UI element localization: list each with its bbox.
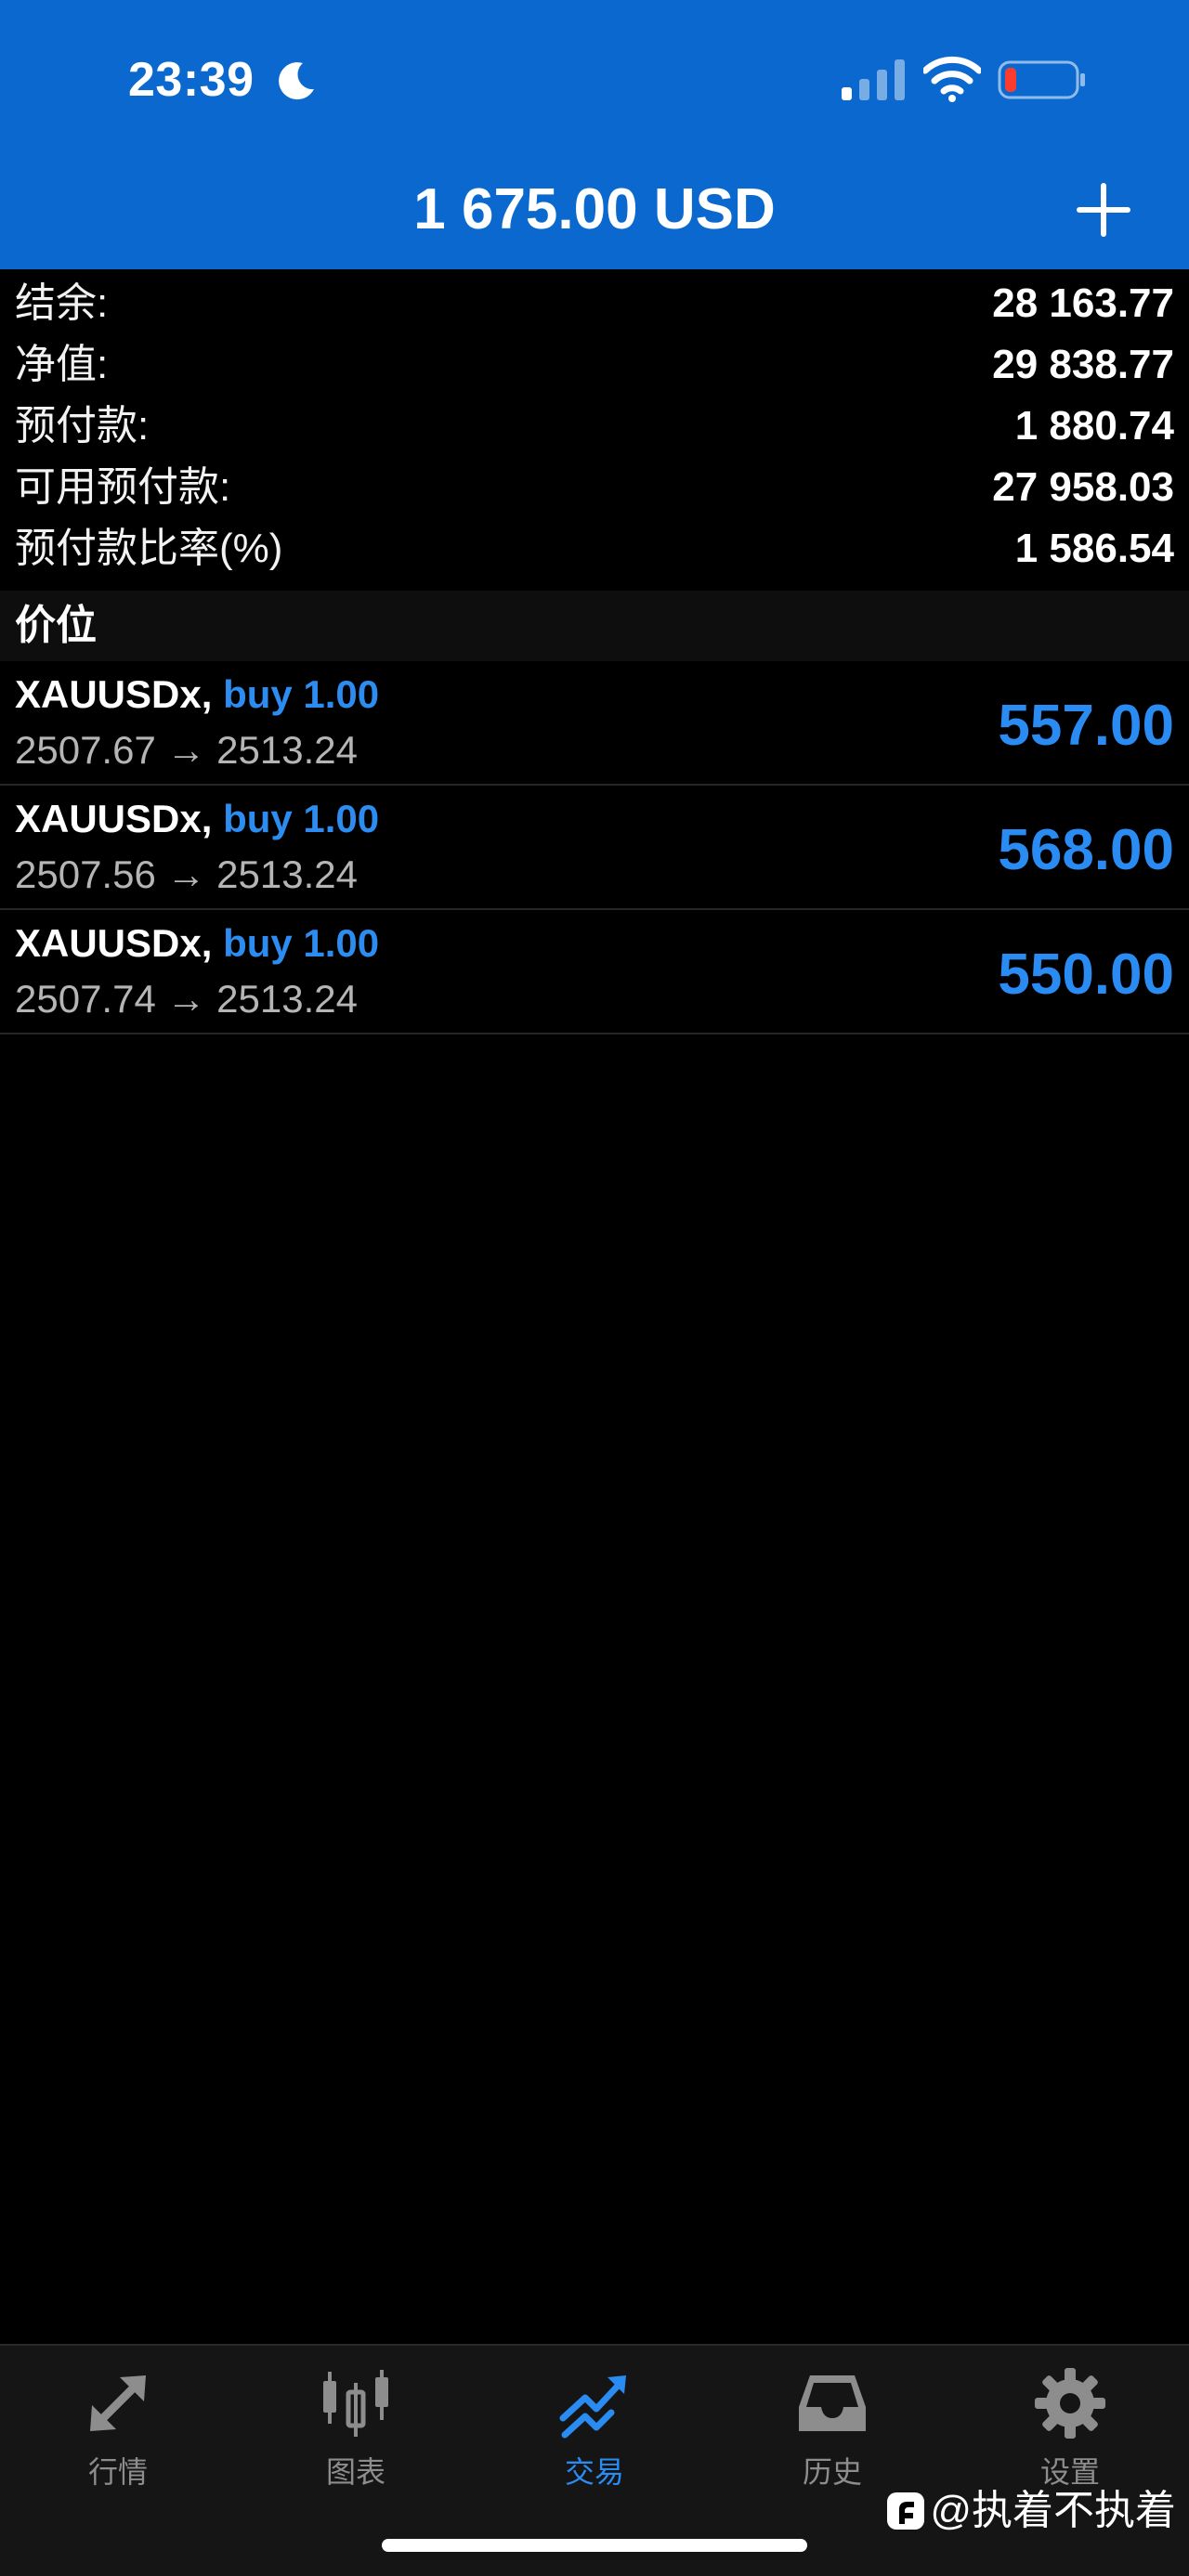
summary-label: 结余: <box>15 280 109 326</box>
position-profit: 550.00 <box>998 943 1174 1007</box>
position-profit: 557.00 <box>998 694 1174 758</box>
history-inbox-icon <box>799 2375 866 2431</box>
settings-gear-icon <box>1035 2368 1105 2439</box>
summary-value: 28 163.77 <box>992 280 1174 326</box>
summary-row-equity: 净值: 29 838.77 <box>0 334 1189 396</box>
floating-profit-title: 1 675.00 USD <box>413 177 776 241</box>
tab-trade[interactable]: 交易 <box>511 2364 678 2504</box>
watermark: @执着不执着 <box>885 2483 1176 2539</box>
watermark-text: @执着不执着 <box>930 2488 1176 2533</box>
summary-row-free-margin: 可用预付款: 27 958.03 <box>0 457 1189 518</box>
summary-label: 净值: <box>15 342 109 387</box>
positions-section-title: 价位 <box>15 603 97 648</box>
position-row[interactable]: XAUUSDx, buy 1.00 2507.74 → 2513.24 550.… <box>0 910 1189 1034</box>
top-header: 23:39 1 675.00 USD <box>0 0 1189 269</box>
position-symbol: XAUUSDx, <box>15 672 213 716</box>
position-profit: 568.00 <box>998 818 1174 882</box>
wifi-icon <box>923 56 981 102</box>
position-symbol: XAUUSDx, <box>15 921 213 965</box>
position-header: XAUUSDx, buy 1.00 <box>15 670 379 719</box>
position-symbol: XAUUSDx, <box>15 797 213 840</box>
position-header: XAUUSDx, buy 1.00 <box>15 919 379 968</box>
summary-label: 预付款: <box>15 403 150 449</box>
summary-row-margin: 预付款: 1 880.74 <box>0 396 1189 457</box>
summary-value: 29 838.77 <box>992 342 1174 387</box>
trade-trend-icon <box>559 2375 626 2439</box>
position-row[interactable]: XAUUSDx, buy 1.00 2507.67 → 2513.24 557.… <box>0 661 1189 786</box>
summary-value: 27 958.03 <box>992 464 1174 510</box>
home-indicator[interactable] <box>382 2539 807 2552</box>
tab-label: 交易 <box>564 2455 624 2489</box>
position-prices: 2507.56 → 2513.24 <box>15 852 358 896</box>
position-side: buy 1.00 <box>223 672 380 716</box>
position-side: buy 1.00 <box>223 797 380 840</box>
position-side: buy 1.00 <box>223 921 380 965</box>
battery-icon <box>998 60 1085 99</box>
position-prices: 2507.74 → 2513.24 <box>15 977 358 1021</box>
trade-screen: 23:39 1 675.00 USD 结余: 28 163.77 净值: 29 … <box>0 0 1189 2576</box>
plus-icon[interactable] <box>1070 176 1137 243</box>
summary-label: 预付款比率(%) <box>15 526 283 571</box>
position-header: XAUUSDx, buy 1.00 <box>15 795 379 843</box>
position-row[interactable]: XAUUSDx, buy 1.00 2507.56 → 2513.24 568.… <box>0 786 1189 910</box>
account-summary: 结余: 28 163.77 净值: 29 838.77 预付款: 1 880.7… <box>0 273 1189 579</box>
tab-label: 图表 <box>325 2455 385 2489</box>
summary-value: 1 880.74 <box>1014 403 1174 449</box>
summary-label: 可用预付款: <box>15 464 231 510</box>
candlestick-chart-icon <box>323 2370 388 2437</box>
watermark-logo-icon <box>887 2492 925 2530</box>
summary-value: 1 586.54 <box>1014 526 1174 571</box>
cellular-signal-icon <box>842 59 905 100</box>
tab-label: 行情 <box>87 2455 148 2489</box>
quotes-arrows-icon <box>90 2375 146 2431</box>
tab-quotes[interactable]: 行情 <box>34 2364 202 2504</box>
positions-section-header: 价位 <box>0 591 1189 661</box>
moon-icon <box>279 62 314 100</box>
position-prices: 2507.67 → 2513.24 <box>15 728 358 772</box>
summary-row-margin-level: 预付款比率(%) 1 586.54 <box>0 518 1189 579</box>
tab-chart[interactable]: 图表 <box>272 2364 439 2504</box>
summary-row-balance: 结余: 28 163.77 <box>0 273 1189 334</box>
status-time: 23:39 <box>128 53 255 107</box>
positions-list: XAUUSDx, buy 1.00 2507.67 → 2513.24 557.… <box>0 661 1189 1034</box>
